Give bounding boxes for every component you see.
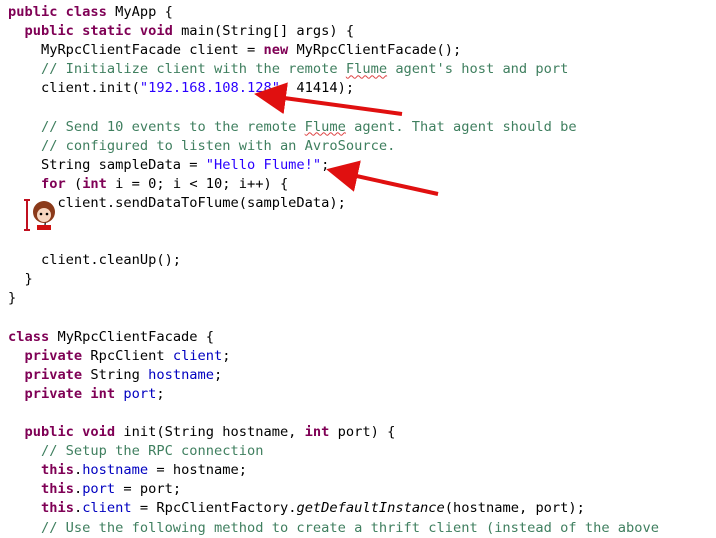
annotation-arrows [254, 82, 439, 196]
red-arrow-icon [254, 82, 403, 116]
text-cursor-mascot-icon [24, 199, 55, 231]
red-arrow-icon [326, 160, 439, 196]
